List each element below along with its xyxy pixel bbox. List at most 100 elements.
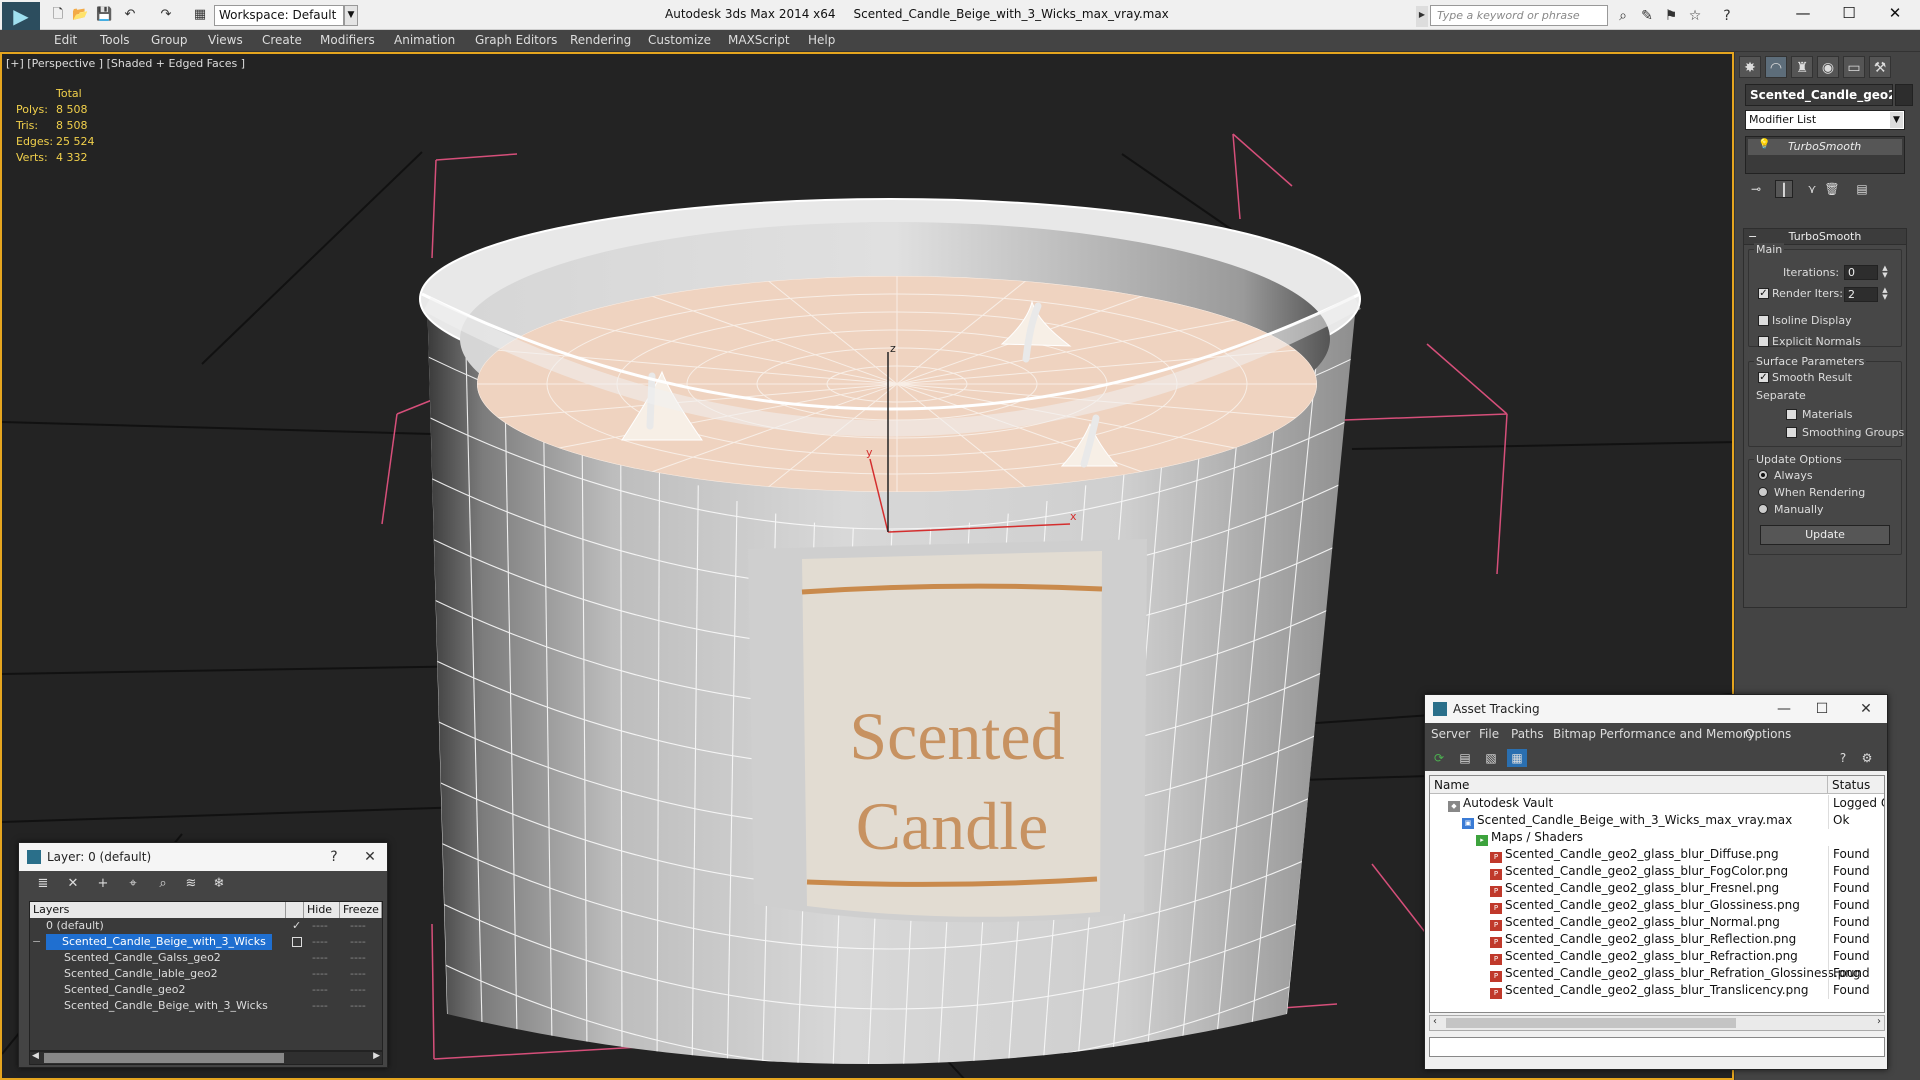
- layer-hide-toggle[interactable]: ----: [312, 966, 328, 982]
- table-view-icon[interactable]: ▦: [1507, 749, 1527, 767]
- minimize-button[interactable]: —: [1780, 0, 1826, 26]
- menu-help[interactable]: Help: [808, 33, 835, 47]
- select-objects-icon[interactable]: ⌖: [123, 875, 143, 893]
- asset-row[interactable]: P Scented_Candle_geo2_glass_blur_Refracti…: [1430, 948, 1884, 965]
- layer-hide-toggle[interactable]: ----: [312, 950, 328, 966]
- subscription-icon[interactable]: ✎: [1638, 7, 1656, 25]
- col-status-header[interactable]: Status: [1828, 776, 1884, 794]
- asset-row[interactable]: ◆ Autodesk Vault Logged O: [1430, 795, 1884, 812]
- asset-row[interactable]: P Scented_Candle_geo2_glass_blur_Glossine…: [1430, 897, 1884, 914]
- settings-icon[interactable]: ⚙: [1857, 749, 1877, 767]
- layer-hide-toggle[interactable]: ----: [312, 918, 328, 934]
- help-icon[interactable]: ?: [1833, 749, 1853, 767]
- separate-smoothing-groups-checkbox[interactable]: [1786, 427, 1797, 438]
- col-name-header[interactable]: Name: [1430, 776, 1828, 794]
- scrollbar-thumb[interactable]: [44, 1053, 284, 1063]
- highlight-layer-icon[interactable]: ⌕: [153, 875, 173, 893]
- layer-row[interactable]: Scented_Candle_Galss_geo2 ---- ----: [30, 950, 382, 966]
- create-layer-icon[interactable]: ≣: [33, 875, 53, 893]
- asset-row[interactable]: P Scented_Candle_geo2_glass_blur_Translic…: [1430, 982, 1884, 999]
- layer-freeze-toggle[interactable]: ----: [350, 950, 366, 966]
- asset-menu-paths[interactable]: Paths: [1511, 727, 1544, 741]
- help-button[interactable]: ?: [319, 843, 349, 871]
- asset-menu-bitmap-performance[interactable]: Bitmap Performance and Memory: [1553, 727, 1755, 741]
- close-button[interactable]: ✕: [1851, 695, 1881, 723]
- scroll-right-icon[interactable]: ›: [1877, 1016, 1881, 1027]
- col-layers-header[interactable]: Layers: [30, 902, 286, 918]
- layer-freeze-toggle[interactable]: ----: [350, 982, 366, 998]
- menu-group[interactable]: Group: [151, 33, 188, 47]
- menu-modifiers[interactable]: Modifiers: [320, 33, 375, 47]
- stack-item-turbosmooth[interactable]: TurboSmooth: [1748, 139, 1902, 155]
- menu-edit[interactable]: Edit: [54, 33, 77, 47]
- hide-all-layers-icon[interactable]: ≋: [181, 875, 201, 893]
- layer-row[interactable]: Scented_Candle_lable_geo2 ---- ----: [30, 966, 382, 982]
- asset-row[interactable]: ▣ Scented_Candle_Beige_with_3_Wicks_max_v…: [1430, 812, 1884, 829]
- menu-views[interactable]: Views: [208, 33, 243, 47]
- asset-row[interactable]: P Scented_Candle_geo2_glass_blur_Fresnel.…: [1430, 880, 1884, 897]
- asset-path-field[interactable]: [1429, 1037, 1885, 1057]
- smooth-result-checkbox[interactable]: ✓: [1758, 372, 1769, 383]
- show-end-result-icon[interactable]: ┃: [1775, 180, 1793, 198]
- asset-menu-options[interactable]: Options: [1745, 727, 1791, 741]
- chevron-down-icon[interactable]: ▼: [344, 5, 358, 26]
- render-iters-spinner[interactable]: 2: [1844, 287, 1878, 302]
- asset-menu-file[interactable]: File: [1479, 727, 1499, 741]
- remove-modifier-icon[interactable]: 🗑: [1823, 180, 1841, 198]
- pin-stack-icon[interactable]: ⊸: [1747, 180, 1765, 198]
- maximize-button[interactable]: ☐: [1826, 0, 1872, 26]
- update-button[interactable]: Update: [1760, 525, 1890, 545]
- scroll-left-icon[interactable]: ‹: [1433, 1016, 1437, 1027]
- help-icon[interactable]: ?: [1718, 7, 1736, 25]
- make-unique-icon[interactable]: ⋎: [1803, 180, 1821, 198]
- close-button[interactable]: ✕: [1872, 0, 1918, 26]
- motion-tab-icon[interactable]: ◉: [1817, 56, 1839, 78]
- lightbulb-icon[interactable]: 💡: [1758, 139, 1770, 150]
- layer-row[interactable]: Scented_Candle_Beige_with_3_Wicks ---- -…: [30, 998, 382, 1014]
- modify-tab-icon[interactable]: ◠: [1765, 56, 1787, 78]
- object-color-swatch[interactable]: [1895, 84, 1913, 106]
- scroll-right-icon[interactable]: ▶: [373, 1051, 380, 1061]
- binoculars-icon[interactable]: ⌕: [1614, 7, 1632, 25]
- display-tab-icon[interactable]: ▭: [1843, 56, 1865, 78]
- search-expand-icon[interactable]: ▶: [1416, 6, 1428, 27]
- configure-modifier-sets-icon[interactable]: ▤: [1853, 180, 1871, 198]
- iterations-spinner[interactable]: 0: [1844, 265, 1878, 280]
- delete-layer-icon[interactable]: ✕: [63, 875, 83, 893]
- menu-maxscript[interactable]: MAXScript: [728, 33, 790, 47]
- open-file-icon[interactable]: 📂: [72, 7, 88, 23]
- viewport-label[interactable]: [+] [Perspective ] [Shaded + Edged Faces…: [6, 57, 245, 70]
- redo-icon[interactable]: ↷: [158, 7, 174, 23]
- render-iters-checkbox[interactable]: ✓: [1758, 288, 1769, 299]
- app-menu-button[interactable]: ▶: [2, 2, 40, 30]
- object-name-field[interactable]: Scented_Candle_geo2: [1745, 84, 1893, 106]
- update-always-radio[interactable]: [1758, 470, 1768, 480]
- utilities-tab-icon[interactable]: ⚒: [1869, 56, 1891, 78]
- asset-row[interactable]: ▸ Maps / Shaders: [1430, 829, 1884, 846]
- modifier-list-dropdown[interactable]: Modifier List: [1745, 110, 1905, 130]
- layer-row[interactable]: Scented_Candle_geo2 ---- ----: [30, 982, 382, 998]
- menu-customize[interactable]: Customize: [648, 33, 711, 47]
- isoline-display-checkbox[interactable]: [1758, 315, 1769, 326]
- asset-menu-server[interactable]: Server: [1431, 727, 1470, 741]
- workspace-dropdown[interactable]: Workspace: Default: [214, 5, 344, 26]
- explicit-normals-checkbox[interactable]: [1758, 336, 1769, 347]
- scroll-left-icon[interactable]: ◀: [32, 1051, 39, 1061]
- menu-graph-editors[interactable]: Graph Editors: [475, 33, 557, 47]
- thumbnail-view-icon[interactable]: ▧: [1481, 749, 1501, 767]
- asset-row[interactable]: P Scented_Candle_geo2_glass_blur_Reflecti…: [1430, 931, 1884, 948]
- add-to-layer-icon[interactable]: +: [93, 875, 113, 893]
- asset-row[interactable]: P Scented_Candle_geo2_glass_blur_Normal.p…: [1430, 914, 1884, 931]
- save-file-icon[interactable]: 💾: [96, 7, 112, 23]
- update-when-rendering-radio[interactable]: [1758, 487, 1768, 497]
- close-button[interactable]: ✕: [355, 843, 385, 871]
- collapse-icon[interactable]: −: [32, 934, 41, 950]
- layer-freeze-toggle[interactable]: ----: [350, 918, 366, 934]
- chevron-down-icon[interactable]: ▼: [1890, 112, 1903, 128]
- new-file-icon[interactable]: 🗋: [50, 7, 66, 23]
- project-folder-icon[interactable]: ▦: [192, 7, 208, 23]
- asset-row[interactable]: P Scented_Candle_geo2_glass_blur_Diffuse.…: [1430, 846, 1884, 863]
- layer-horizontal-scrollbar[interactable]: ◀ ▶: [29, 1051, 383, 1065]
- layer-freeze-toggle[interactable]: ----: [350, 966, 366, 982]
- create-tab-icon[interactable]: ✸: [1739, 56, 1761, 78]
